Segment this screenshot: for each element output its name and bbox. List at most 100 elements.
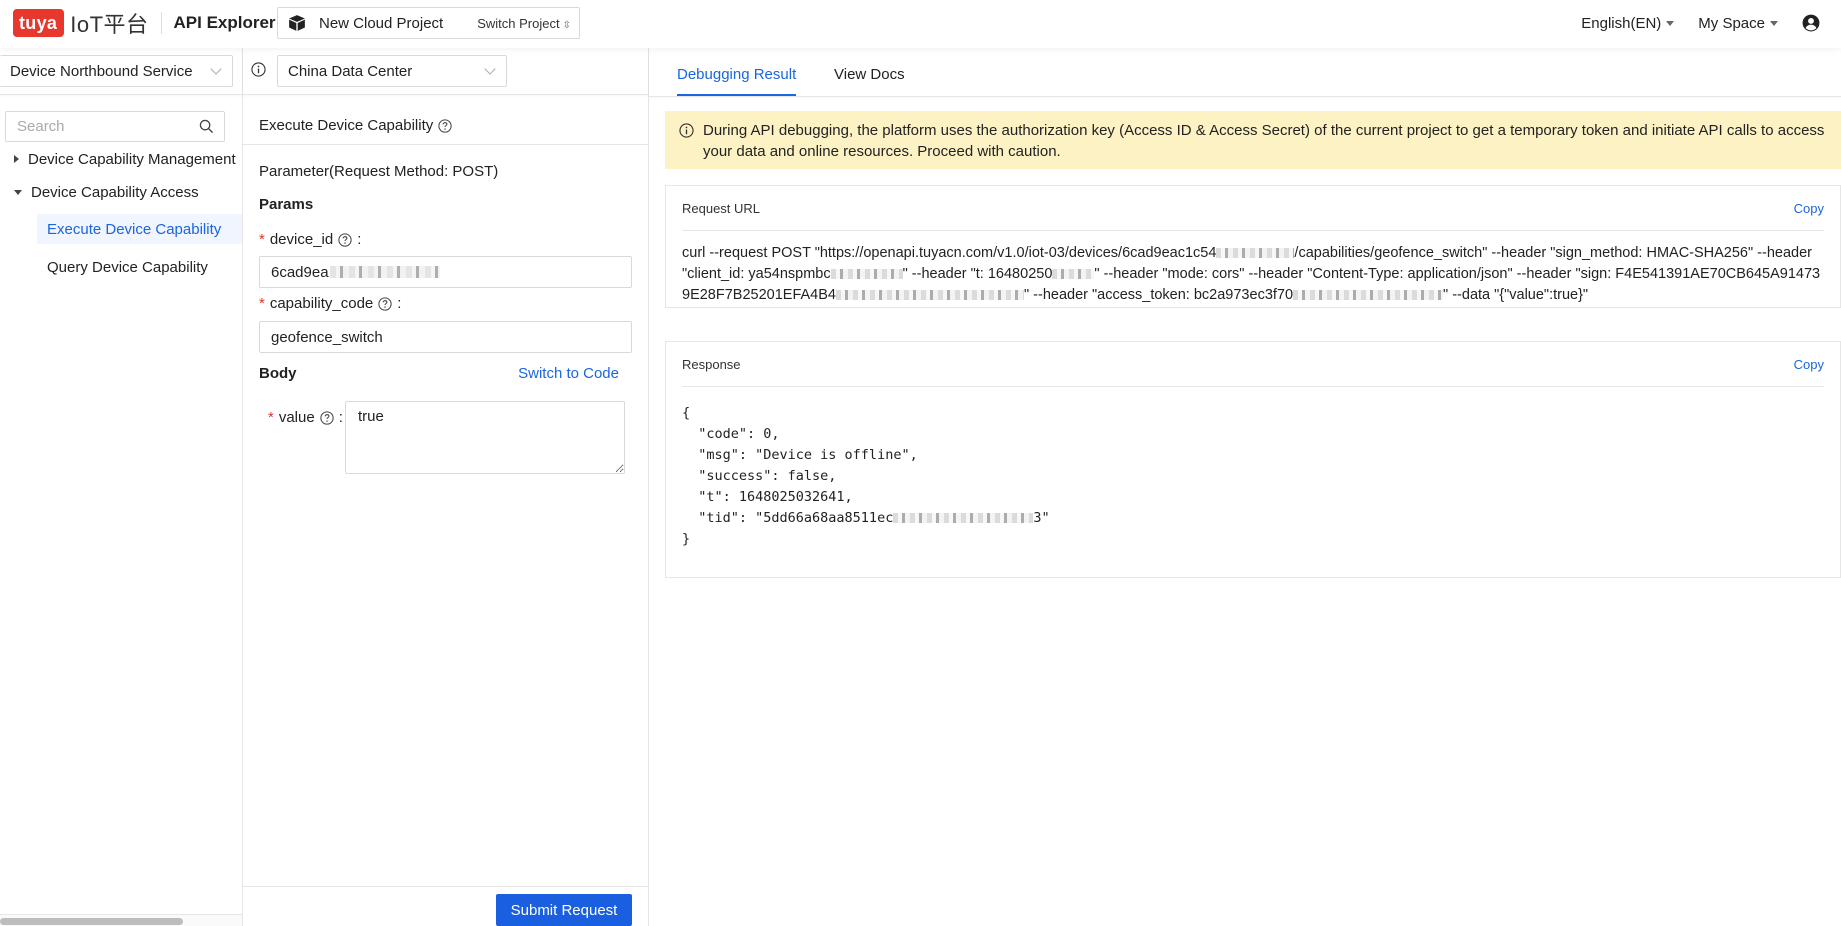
- api-title-text: Execute Device Capability: [259, 117, 434, 134]
- help-icon[interactable]: [378, 296, 392, 311]
- curl-command: curl --request POST "https://openapi.tuy…: [666, 231, 1840, 318]
- language-label: English(EN): [1581, 14, 1662, 32]
- parameter-heading: Parameter(Request Method: POST): [259, 163, 499, 180]
- curl-part: curl --request POST "https://openapi.tuy…: [682, 245, 1217, 261]
- response-json: { "code": 0, "msg": "Device is offline",…: [666, 387, 1840, 560]
- chevron-down-icon: [210, 63, 222, 75]
- service-select-value: Device Northbound Service: [10, 62, 193, 80]
- curl-part: " --header "t: 16480250: [902, 266, 1053, 282]
- colon: :: [338, 409, 343, 426]
- json-line: "code": 0,: [682, 426, 780, 442]
- device-id-label: * device_id :: [259, 231, 361, 248]
- tab-view-docs[interactable]: View Docs: [834, 66, 905, 94]
- user-circle-icon[interactable]: [1802, 14, 1820, 32]
- json-line: "success": false,: [682, 468, 837, 484]
- tree-item-device-capability-management[interactable]: Device Capability Management: [0, 145, 242, 173]
- cube-icon: [289, 15, 305, 31]
- submit-request-button[interactable]: Submit Request: [496, 894, 632, 926]
- switch-project-button[interactable]: Switch Project ⇳: [477, 16, 571, 31]
- tree-leaf-execute-device-capability[interactable]: Execute Device Capability: [37, 214, 242, 244]
- json-line-text: "tid": "5dd66a68aa8511ec: [682, 510, 894, 526]
- device-id-input[interactable]: 6cad9ea: [259, 256, 632, 288]
- request-panel: China Data Center Execute Device Capabil…: [243, 48, 649, 926]
- capability-code-label: * capability_code :: [259, 295, 401, 312]
- switch-project-label: Switch Project: [477, 15, 560, 31]
- help-icon[interactable]: [438, 118, 452, 133]
- copy-response-button[interactable]: Copy: [1794, 357, 1824, 372]
- language-menu[interactable]: English(EN): [1581, 14, 1675, 32]
- project-selector[interactable]: New Cloud Project Switch Project ⇳: [277, 7, 580, 39]
- datacenter-select[interactable]: China Data Center: [277, 55, 507, 87]
- required-asterisk: *: [268, 409, 274, 426]
- search-icon[interactable]: [199, 119, 214, 134]
- project-name: New Cloud Project: [319, 14, 444, 32]
- card-header: Response Copy: [682, 342, 1824, 387]
- result-tabs: Debugging Result View Docs: [649, 48, 1841, 97]
- help-icon[interactable]: [320, 410, 334, 425]
- warning-notice: During API debugging, the platform uses …: [665, 111, 1841, 169]
- scrollbar-thumb[interactable]: [0, 918, 183, 925]
- json-line: "tid": "5dd66a68aa8511ec 3": [682, 508, 1824, 529]
- caret-down-icon: [14, 189, 22, 195]
- value-textarea[interactable]: true: [345, 401, 625, 474]
- redacted-mask: [329, 266, 440, 278]
- field-label-text: value: [278, 409, 315, 426]
- api-title: Execute Device Capability: [259, 117, 452, 134]
- body-label: Body: [259, 365, 297, 382]
- logo-divider: [160, 12, 162, 34]
- info-icon: [679, 123, 694, 138]
- value-label: * value :: [268, 409, 343, 426]
- caret-down-icon: [1770, 20, 1778, 26]
- help-icon[interactable]: [338, 232, 352, 247]
- chevron-down-icon: [484, 63, 496, 75]
- copy-request-url-button[interactable]: Copy: [1794, 201, 1824, 216]
- response-title: Response: [682, 357, 741, 372]
- logo-badge: tuya: [13, 9, 65, 37]
- redacted-mask: [835, 290, 1024, 301]
- json-line-text: 3": [1033, 510, 1050, 526]
- divider: [243, 144, 648, 145]
- tree-item-device-capability-access[interactable]: Device Capability Access: [0, 178, 242, 206]
- field-label-text: device_id: [269, 231, 334, 248]
- json-line: }: [682, 531, 691, 547]
- divider: [243, 886, 648, 887]
- logo-text: IoT平台: [70, 12, 149, 37]
- redacted-mask: [1052, 269, 1095, 280]
- service-select[interactable]: Device Northbound Service: [0, 55, 233, 87]
- tab-debugging-result[interactable]: Debugging Result: [677, 66, 797, 96]
- curl-part: " --data "{"value":true}": [1443, 287, 1589, 303]
- caret-down-icon: [1666, 20, 1675, 26]
- required-asterisk: *: [259, 295, 265, 312]
- service-row: Device Northbound Service: [0, 48, 242, 95]
- tree-leaf-label: Execute Device Capability: [47, 220, 222, 238]
- search-input[interactable]: [6, 112, 186, 141]
- tree-leaf-query-device-capability[interactable]: Query Device Capability: [37, 252, 242, 282]
- space-menu[interactable]: My Space: [1698, 15, 1778, 32]
- tree-item-label: Device Capability Management: [28, 150, 236, 168]
- result-panel: Debugging Result View Docs During API de…: [649, 48, 1841, 926]
- redacted-mask: [1216, 248, 1295, 259]
- json-line: "msg": "Device is offline",: [682, 447, 918, 463]
- json-line: "t": 1648025032641,: [682, 489, 853, 505]
- device-id-value: 6cad9ea: [271, 263, 329, 281]
- tree-item-label: Device Capability Access: [31, 183, 199, 201]
- response-card: Response Copy { "code": 0, "msg": "Devic…: [665, 341, 1841, 578]
- redacted-mask: [893, 513, 1034, 523]
- tree-leaf-label: Query Device Capability: [47, 258, 208, 276]
- switch-to-code-link[interactable]: Switch to Code: [518, 365, 619, 382]
- datacenter-row: China Data Center: [243, 48, 648, 95]
- curl-part: " --header "access_token: bc2a973ec3f70: [1023, 287, 1294, 303]
- capability-code-input[interactable]: geofence_switch: [259, 321, 632, 353]
- up-down-icon: ⇳: [562, 19, 571, 31]
- notice-text: During API debugging, the platform uses …: [703, 122, 1825, 160]
- required-asterisk: *: [259, 231, 265, 248]
- datacenter-select-value: China Data Center: [288, 62, 413, 80]
- api-sidebar: Device Northbound Service Device Capabil…: [0, 48, 243, 926]
- horizontal-scrollbar[interactable]: [0, 914, 242, 926]
- tuya-logo[interactable]: tuya IoT平台 API Explorer: [13, 9, 276, 37]
- capability-code-value: geofence_switch: [271, 328, 383, 346]
- caret-right-icon: [14, 155, 19, 163]
- field-label-text: capability_code: [269, 295, 374, 312]
- info-icon[interactable]: [251, 62, 266, 77]
- redacted-mask: [830, 269, 903, 280]
